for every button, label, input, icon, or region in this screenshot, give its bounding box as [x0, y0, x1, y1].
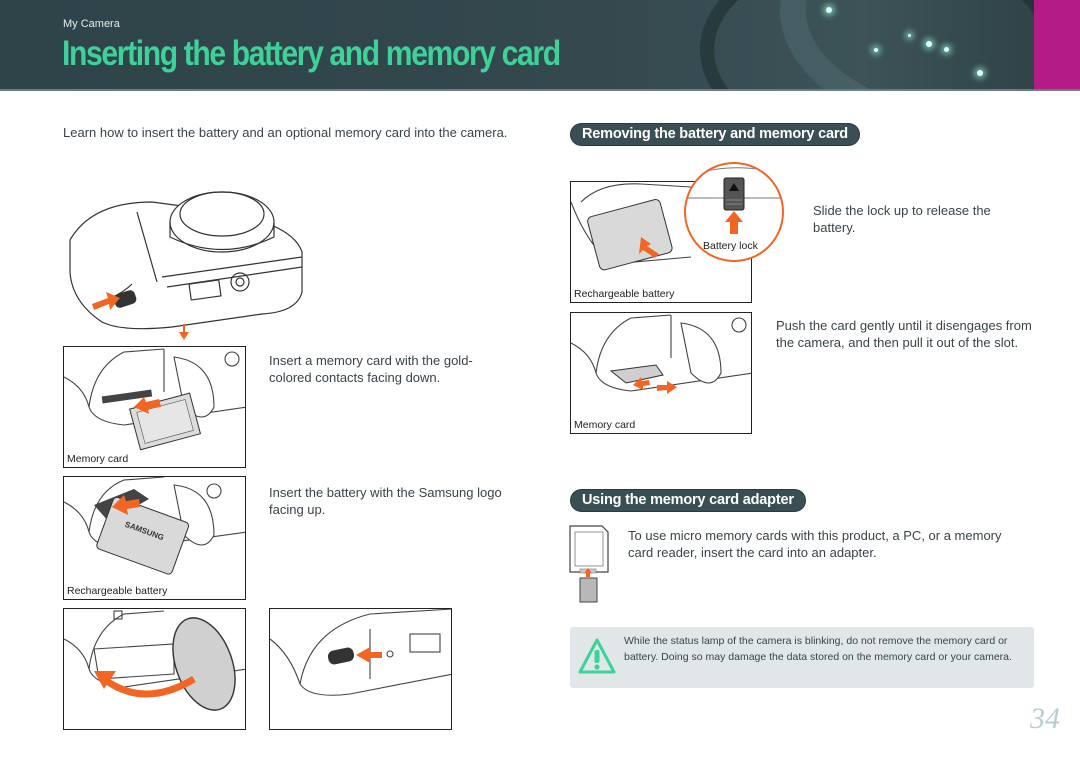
figure-memory-card-insert: Memory card	[63, 346, 246, 468]
section-title-removing: Removing the battery and memory card	[570, 123, 860, 146]
figure-lock-cover	[269, 608, 452, 730]
warning-note: While the status lamp of the camera is b…	[570, 627, 1034, 688]
breadcrumb: My Camera	[63, 18, 120, 30]
sd-adapter-icon	[569, 525, 609, 603]
intro-text: Learn how to insert the battery and an o…	[63, 125, 508, 140]
header-divider	[0, 89, 1080, 91]
figure-caption: Rechargeable battery	[574, 288, 675, 300]
figure-battery-insert: SAMSUNG Rechargeable battery	[63, 476, 246, 600]
instruction-release-battery: Slide the lock up to release the battery…	[813, 203, 991, 235]
chapter-tab-marker	[1034, 0, 1080, 91]
page-number: 34	[1030, 702, 1060, 735]
figure-caption: Rechargeable battery	[67, 585, 168, 597]
instruction-memory-card: Insert a memory card with the gold-color…	[269, 353, 473, 385]
memory-card-adapter-illustration	[568, 524, 612, 604]
close-cover-drawing	[64, 610, 245, 711]
battery-insert-drawing: SAMSUNG	[64, 477, 245, 575]
instruction-battery: Insert the battery with the Samsung logo…	[269, 485, 502, 517]
sparkle-decoration	[826, 7, 832, 13]
sparkle-decoration	[926, 41, 932, 47]
battery-lock-label: Battery lock	[703, 240, 758, 252]
memory-card-insert-drawing	[64, 348, 245, 451]
sparkle-decoration	[908, 34, 911, 37]
page-header-banner: My Camera Inserting the battery and memo…	[0, 0, 1080, 91]
figure-close-cover	[63, 608, 246, 730]
sparkle-decoration	[977, 70, 983, 76]
sparkle-decoration	[944, 47, 949, 52]
figure-caption: Memory card	[574, 419, 636, 431]
remove-memory-card-drawing	[571, 314, 751, 394]
lock-cover-drawing	[270, 609, 451, 696]
warning-text: While the status lamp of the camera is b…	[624, 635, 1012, 663]
figure-caption: Memory card	[67, 453, 129, 465]
sparkle-decoration	[874, 48, 878, 52]
section-title-adapter: Using the memory card adapter	[570, 489, 806, 512]
page-title: Inserting the battery and memory card	[62, 34, 561, 73]
instruction-adapter: To use micro memory cards with this prod…	[628, 528, 1002, 560]
warning-triangle-icon	[578, 638, 616, 674]
camera-body-drawing	[69, 191, 303, 340]
camera-underside-illustration	[62, 182, 312, 342]
figure-remove-memory-card: Memory card	[570, 312, 752, 434]
decorative-swoosh	[700, 0, 1060, 91]
battery-lock-callout: Battery lock	[684, 162, 784, 262]
instruction-remove-card: Push the card gently until it disengages…	[776, 318, 1032, 350]
